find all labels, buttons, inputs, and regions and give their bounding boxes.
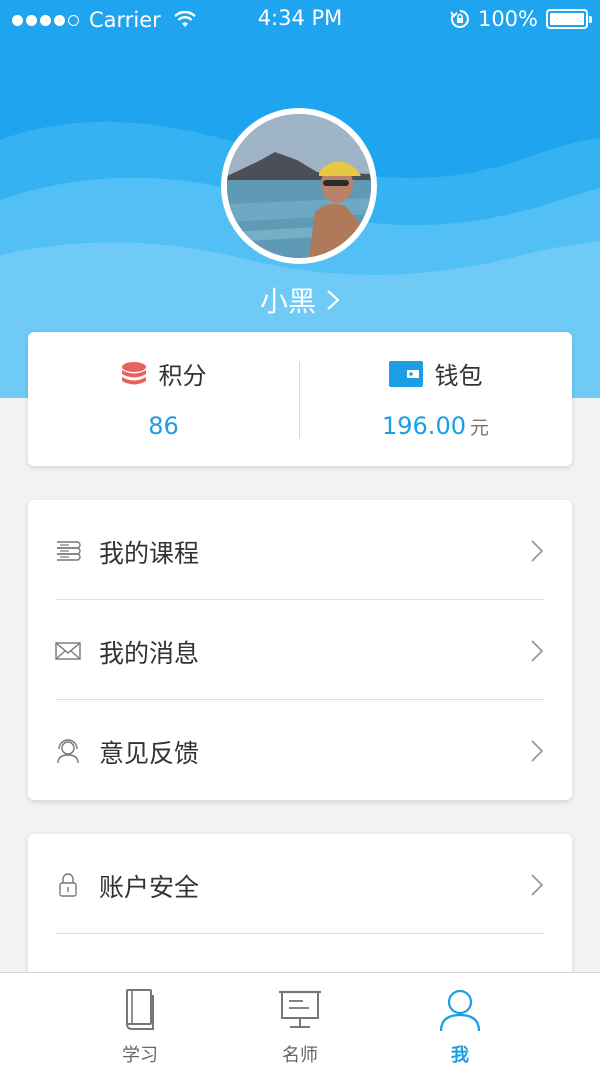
- courses-icon: [57, 541, 81, 561]
- menu-item-my-courses[interactable]: 我的课程: [28, 500, 572, 600]
- chevron-right-icon: [531, 540, 544, 562]
- tab-me[interactable]: 我: [360, 973, 560, 1065]
- menu-item-label: 账户安全: [99, 873, 200, 902]
- battery-percentage: 100%: [477, 7, 538, 31]
- chevron-right-icon: [531, 740, 544, 762]
- menu-item-feedback[interactable]: 意见反馈: [28, 700, 572, 800]
- points-section[interactable]: 积分 86: [28, 332, 299, 466]
- tab-label: 我: [451, 1045, 469, 1065]
- coins-icon: [121, 361, 146, 384]
- mail-icon: [55, 642, 81, 660]
- book-icon: [126, 989, 154, 1030]
- wallet-value: 196.00: [382, 412, 466, 440]
- feedback-icon: [57, 739, 79, 764]
- battery-icon: [546, 9, 592, 29]
- menu-card-primary: 我的课程 我的消息 意见反馈: [28, 500, 572, 800]
- menu-item-label: 意见反馈: [99, 739, 200, 768]
- rotation-lock-icon: [450, 10, 469, 28]
- tab-bar: 学习 名师 我: [0, 972, 600, 1065]
- menu-item-label: 我的课程: [99, 539, 200, 568]
- stats-card: 积分 86 钱包 196.00 元: [28, 332, 572, 466]
- menu-item-my-messages[interactable]: 我的消息: [28, 600, 572, 700]
- menu-item-label: 我的消息: [99, 639, 200, 668]
- teacher-board-icon: [279, 990, 321, 1028]
- avatar[interactable]: [221, 108, 377, 264]
- menu-item-account-security[interactable]: 账户安全: [28, 834, 572, 934]
- points-label: 积分: [158, 362, 207, 390]
- wallet-unit: 元: [469, 417, 489, 439]
- menu-separator: [56, 933, 544, 934]
- chevron-right-icon: [531, 640, 544, 662]
- username: 小黑: [259, 285, 316, 318]
- wallet-icon: [388, 360, 423, 387]
- lock-icon: [59, 873, 77, 897]
- username-link[interactable]: 小黑: [0, 280, 600, 320]
- wallet-section[interactable]: 钱包 196.00 元: [300, 332, 571, 466]
- chevron-right-icon: [531, 874, 544, 896]
- person-icon: [439, 989, 481, 1032]
- wallet-label: 钱包: [434, 362, 483, 390]
- chevron-right-icon: [327, 290, 340, 310]
- points-value: 86: [148, 412, 179, 440]
- status-bar: Carrier 4:34 PM 100%: [0, 0, 600, 40]
- avatar-photo: [227, 114, 371, 258]
